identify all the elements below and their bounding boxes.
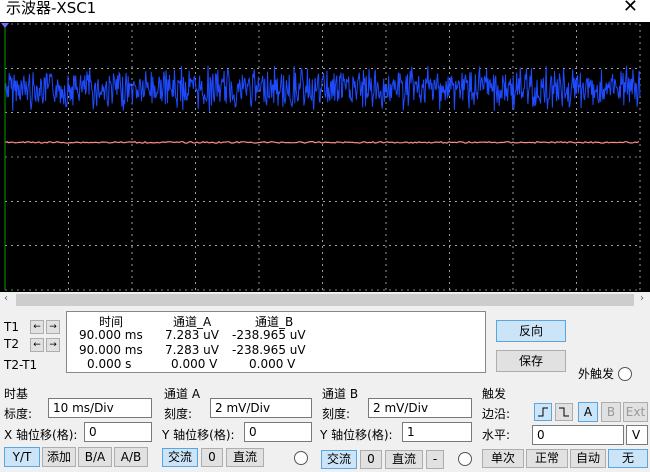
mode-ab-button[interactable]: A/B	[114, 447, 148, 467]
channel-b-ac-button[interactable]: 交流	[321, 450, 357, 469]
channel-b-ypos-label: Y 轴位移(格):	[320, 428, 393, 442]
trigger-level-label: 水平:	[482, 428, 511, 442]
scroll-thumb[interactable]	[16, 294, 634, 306]
trigger-source-b-button[interactable]: B	[601, 402, 621, 422]
trigger-none-button[interactable]: 无	[608, 449, 648, 468]
t2-t1-ch-b: 0.000 V	[249, 357, 296, 371]
channel-a-scale-input[interactable]: 2 mV/Div	[210, 398, 312, 418]
channel-a-ac-button[interactable]: 交流	[162, 448, 198, 467]
t2-left-button[interactable]: ←	[30, 338, 44, 352]
t2-t1-ch-a: 0.000 V	[171, 357, 218, 371]
t1-label: T1	[4, 320, 19, 334]
channel-a-scale-label: 刻度:	[164, 407, 193, 421]
scroll-right-icon[interactable]: ›	[640, 293, 644, 304]
t1-left-button[interactable]: ←	[30, 320, 44, 334]
rising-edge-button[interactable]	[534, 403, 552, 421]
t1-time: 90.000 ms	[79, 328, 143, 342]
channel-a-ypos-input[interactable]: 0	[244, 422, 312, 442]
window-title: 示波器-XSC1	[6, 0, 97, 17]
channel-b-title: 通道 B	[322, 387, 359, 401]
trigger-level-input[interactable]: 0	[532, 425, 624, 445]
rising-edge-icon	[538, 407, 548, 417]
t1-ch-a: 7.283 uV	[165, 328, 219, 342]
channel-a-ypos-label: Y 轴位移(格):	[162, 428, 235, 442]
timebase-scale-label: 标度:	[4, 407, 33, 421]
cursor-t1-marker	[1, 23, 9, 28]
falling-edge-icon	[559, 407, 569, 417]
horizontal-scrollbar[interactable]: ‹ ›	[0, 292, 650, 308]
channel-b-radio[interactable]	[458, 452, 472, 466]
ext-trigger-radio[interactable]	[618, 367, 632, 381]
close-icon[interactable]: ✕	[623, 0, 638, 17]
channel-b-invert-button[interactable]: -	[426, 450, 444, 469]
readout-panel: 时间 通道_A 通道_B 90.000 ms 7.283 uV -238.965…	[66, 311, 486, 373]
trigger-single-button[interactable]: 单次	[482, 449, 524, 468]
t1-right-button[interactable]: →	[46, 320, 60, 334]
timebase-scale-input[interactable]: 10 ms/Div	[48, 398, 152, 418]
channel-a-radio[interactable]	[294, 451, 308, 465]
trigger-edge-label: 边沿:	[482, 407, 511, 421]
trigger-source-a-button[interactable]: A	[578, 402, 598, 422]
trigger-auto-button[interactable]: 自动	[570, 449, 606, 468]
scroll-left-icon[interactable]: ‹	[4, 293, 8, 304]
save-button[interactable]: 保存	[496, 350, 566, 372]
mode-ba-button[interactable]: B/A	[78, 447, 112, 467]
ext-trigger-label: 外触发	[578, 367, 615, 381]
oscilloscope-display	[1, 23, 641, 291]
t2-ch-a: 7.283 uV	[165, 343, 219, 357]
channel-a-title: 通道 A	[164, 387, 201, 401]
channel-a-zero-button[interactable]: 0	[201, 448, 223, 467]
channel-b-trace	[4, 140, 640, 144]
channel-b-ypos-input[interactable]: 1	[402, 422, 472, 442]
t2-t1-time: 0.000 s	[87, 357, 132, 371]
timebase-title: 时基	[4, 387, 29, 401]
mode-add-button[interactable]: 添加	[42, 447, 76, 467]
t2-right-button[interactable]: →	[46, 338, 60, 352]
falling-edge-button[interactable]	[555, 403, 573, 421]
t2-label: T2	[4, 337, 19, 351]
oscilloscope-screen[interactable]	[0, 22, 650, 292]
channel-b-zero-button[interactable]: 0	[360, 450, 382, 469]
t2-ch-b: -238.965 uV	[232, 343, 306, 357]
timebase-xpos-label: X 轴位移(格):	[4, 428, 78, 442]
t2-time: 90.000 ms	[79, 343, 143, 357]
title-bar: 示波器-XSC1 ✕	[0, 0, 650, 22]
t2-t1-label: T2-T1	[4, 358, 38, 372]
channel-a-dc-button[interactable]: 直流	[226, 448, 264, 467]
channel-b-scale-label: 刻度:	[322, 407, 351, 421]
mode-yt-button[interactable]: Y/T	[4, 447, 40, 467]
t1-ch-b: -238.965 uV	[232, 328, 306, 342]
channel-b-scale-input[interactable]: 2 mV/Div	[368, 398, 472, 418]
trigger-normal-button[interactable]: 正常	[526, 449, 568, 468]
channel-b-dc-button[interactable]: 直流	[385, 450, 423, 469]
screen-grid	[4, 23, 641, 291]
reverse-button[interactable]: 反向	[496, 320, 566, 342]
trigger-level-unit[interactable]: V	[626, 425, 648, 445]
trigger-title: 触发	[482, 387, 507, 401]
timebase-xpos-input[interactable]: 0	[84, 422, 152, 442]
trigger-source-ext-button[interactable]: Ext	[623, 402, 648, 422]
